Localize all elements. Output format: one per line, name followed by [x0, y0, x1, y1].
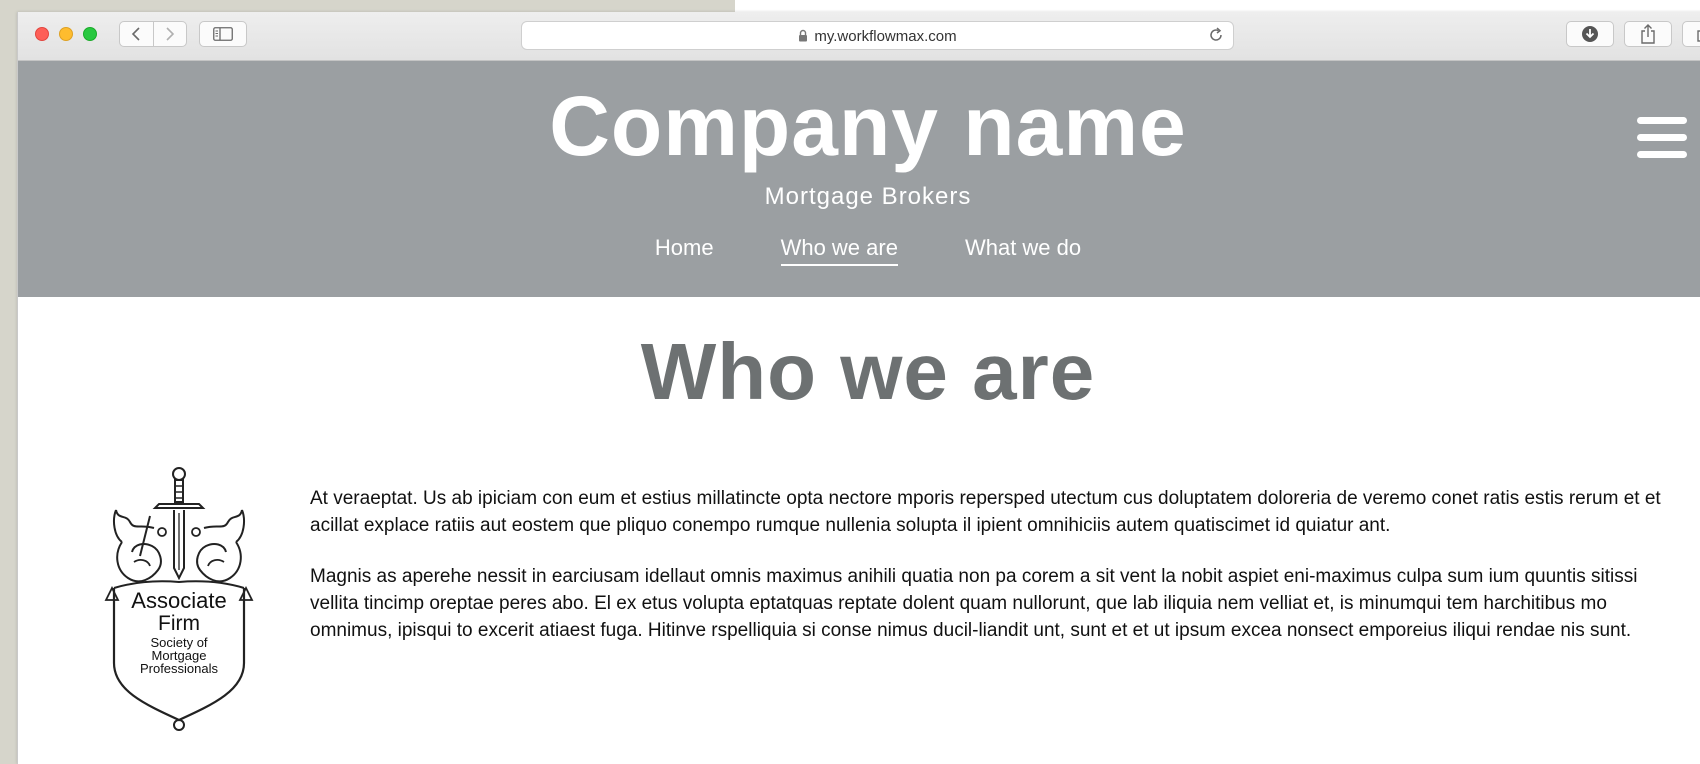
address-text: my.workflowmax.com	[522, 28, 1233, 45]
downloads-button[interactable]	[1566, 21, 1614, 47]
sidebar-toggle-button[interactable]	[199, 21, 247, 47]
show-tabs-button[interactable]	[1682, 21, 1700, 47]
download-icon	[1582, 26, 1598, 42]
about-paragraph-2: Magnis as aperehe nessit in earciusam id…	[310, 566, 1638, 641]
zoom-window-button[interactable]	[83, 27, 97, 41]
badge-line-1: Associate	[131, 588, 226, 613]
address-bar[interactable]: my.workflowmax.com	[521, 21, 1234, 50]
associate-firm-badge: Associate Firm Society of Mortgage Profe…	[104, 458, 254, 733]
close-window-button[interactable]	[35, 27, 49, 41]
company-name: Company name	[549, 79, 1187, 173]
sidebar-icon	[213, 27, 233, 41]
minimize-window-button[interactable]	[59, 27, 73, 41]
site-nav: Home Who we are What we do	[18, 235, 1700, 266]
desktop-background	[735, 0, 1700, 12]
share-button[interactable]	[1624, 21, 1672, 47]
browser-window: my.workflowmax.com Company name Mortgage…	[17, 12, 1700, 764]
nav-who-we-are-link[interactable]: Who we are	[780, 235, 898, 266]
chevron-left-icon	[132, 27, 140, 41]
nav-what-we-do-link[interactable]: What we do	[965, 235, 1081, 266]
about-paragraph-1: At veraeptat. Us ab ipiciam con eum et e…	[310, 488, 1661, 536]
lock-icon	[799, 29, 808, 42]
nav-home-link[interactable]: Home	[655, 235, 714, 266]
site-header: Company name Mortgage Brokers Home Who w…	[18, 61, 1700, 297]
hamburger-menu-icon[interactable]	[1637, 117, 1687, 167]
browser-toolbar: my.workflowmax.com	[18, 12, 1700, 61]
reload-button[interactable]	[1207, 26, 1225, 49]
badge-line-2: Firm	[158, 612, 200, 635]
about-content: At veraeptat. Us ab ipiciam con eum et e…	[310, 485, 1675, 668]
share-icon	[1641, 24, 1655, 44]
chevron-right-icon	[166, 27, 174, 41]
page-title: Who we are	[640, 327, 1096, 416]
company-tagline: Mortgage Brokers	[764, 183, 972, 210]
reload-icon	[1210, 27, 1222, 41]
forward-button[interactable]	[152, 22, 187, 46]
back-button[interactable]	[120, 22, 153, 46]
history-nav	[119, 21, 187, 47]
crest-emblem: Associate Firm Society of Mortgage Profe…	[104, 467, 254, 731]
url-value: my.workflowmax.com	[814, 28, 957, 45]
badge-line-5: Professionals	[140, 661, 219, 676]
